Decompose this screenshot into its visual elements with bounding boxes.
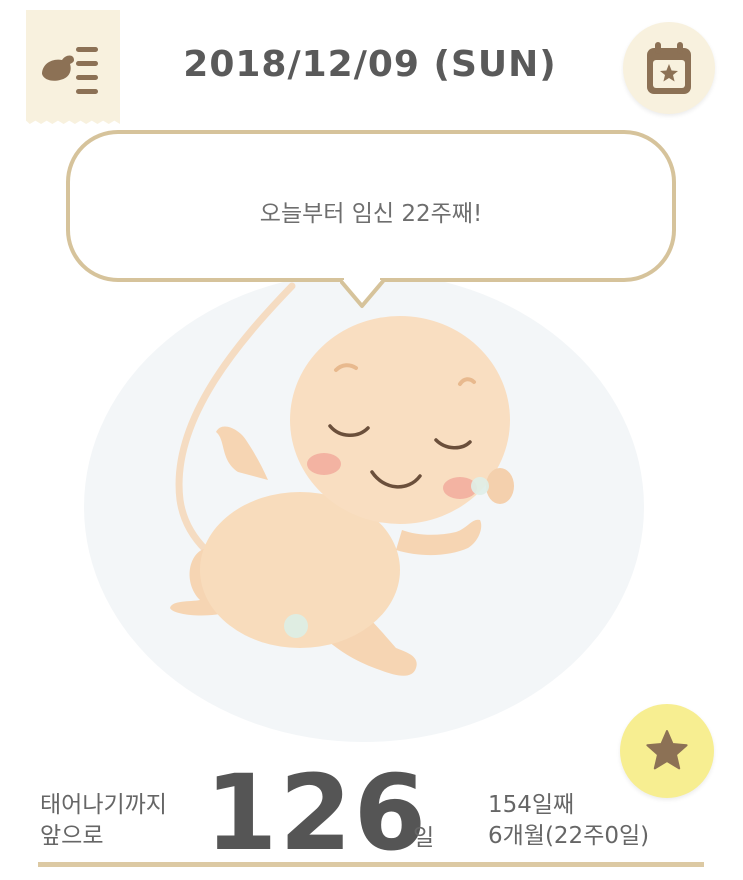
pregnancy-week-message: 오늘부터 임신 22주째! — [259, 201, 483, 227]
day-count: 154일째 — [488, 792, 575, 818]
days-unit: 일 — [413, 825, 435, 851]
days-remaining: 126 — [205, 752, 429, 874]
favorite-button[interactable] — [620, 704, 714, 798]
countdown-prefix: 태어나기까지 앞으로 — [40, 790, 167, 852]
current-date: 2018/12/09 (SUN) — [183, 44, 557, 85]
divider — [38, 862, 704, 867]
month-week-count: 6개월(22주0일) — [488, 823, 650, 849]
pregnancy-progress: 154일째 6개월(22주0일) — [488, 790, 649, 852]
calendar-button[interactable] — [623, 22, 715, 114]
calendar-star-icon — [647, 42, 691, 94]
countdown-prefix-line1: 태어나기까지 — [40, 792, 167, 818]
speech-bubble-tail — [340, 278, 386, 308]
star-icon — [646, 730, 688, 770]
menu-button[interactable] — [26, 10, 120, 124]
baby-illustration — [170, 282, 514, 676]
countdown-prefix-line2: 앞으로 — [40, 823, 104, 849]
speech-bubble: 오늘부터 임신 22주째! — [66, 130, 676, 282]
bird-list-icon — [42, 47, 98, 94]
